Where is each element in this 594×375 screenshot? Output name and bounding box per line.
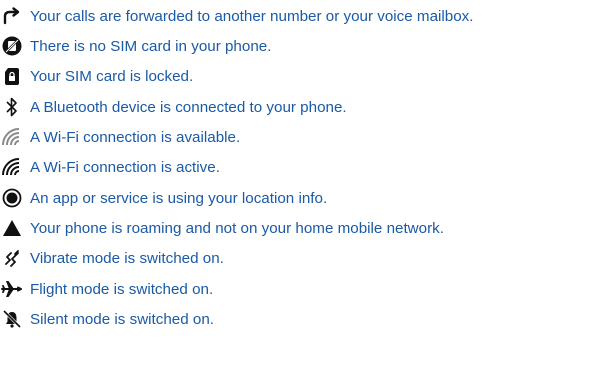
list-item: Your phone is roaming and not on your ho… bbox=[0, 213, 444, 243]
silent-mode-icon bbox=[0, 307, 24, 331]
list-item-text: Your SIM card is locked. bbox=[30, 67, 194, 85]
list-item-text: A Bluetooth device is connected to your … bbox=[30, 98, 347, 116]
list-item-text: Vibrate mode is switched on. bbox=[30, 249, 224, 267]
list-item-text: Your phone is roaming and not on your ho… bbox=[30, 219, 444, 237]
roaming-icon bbox=[0, 216, 24, 240]
location-icon bbox=[0, 186, 24, 210]
list-item: Flight mode is switched on. bbox=[0, 274, 213, 304]
list-item: Vibrate mode is switched on. bbox=[0, 243, 224, 273]
list-item-text: Flight mode is switched on. bbox=[30, 280, 214, 298]
sim-locked-icon bbox=[0, 64, 24, 88]
wifi-available-icon bbox=[0, 125, 24, 149]
call-forward-icon bbox=[0, 4, 24, 28]
list-item: An app or service is using your location… bbox=[0, 183, 327, 213]
bluetooth-icon bbox=[0, 95, 24, 119]
list-item: Your calls are forwarded to another numb… bbox=[0, 1, 473, 31]
list-item-text: An app or service is using your location… bbox=[30, 189, 328, 207]
list-item: There is no SIM card in your phone. bbox=[0, 31, 271, 61]
vibrate-icon bbox=[0, 246, 24, 270]
list-item-text: Silent mode is switched on. bbox=[30, 310, 215, 328]
list-item: Your SIM card is locked. bbox=[0, 61, 193, 91]
list-item-text: Your calls are forwarded to another numb… bbox=[30, 7, 474, 25]
wifi-active-icon bbox=[0, 155, 24, 179]
flight-mode-icon bbox=[0, 277, 24, 301]
list-item-text: A Wi-Fi connection is active. bbox=[30, 158, 220, 176]
list-item: A Bluetooth device is connected to your … bbox=[0, 92, 347, 122]
list-item-text: There is no SIM card in your phone. bbox=[30, 37, 272, 55]
list-item: A Wi-Fi connection is available. bbox=[0, 122, 240, 152]
list-item: Silent mode is switched on. bbox=[0, 304, 214, 334]
list-item: A Wi-Fi connection is active. bbox=[0, 152, 220, 182]
no-sim-icon bbox=[0, 34, 24, 58]
list-item-text: A Wi-Fi connection is available. bbox=[30, 128, 241, 146]
